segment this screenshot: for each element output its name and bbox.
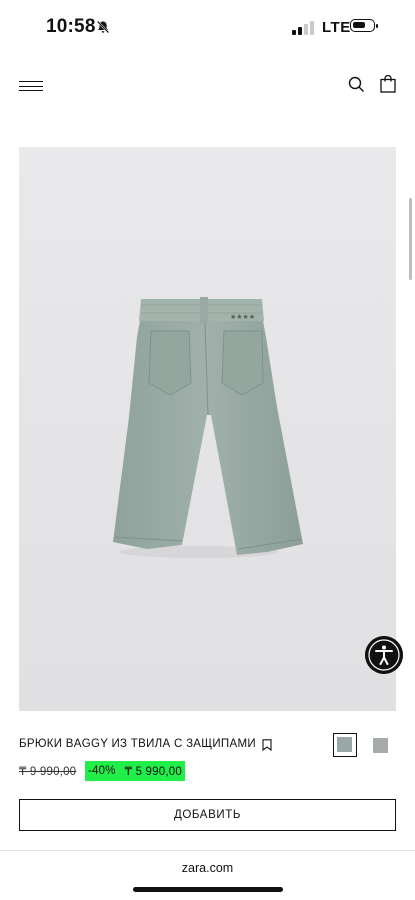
- url-label[interactable]: zara.com: [0, 861, 415, 875]
- scroll-indicator[interactable]: [409, 198, 412, 280]
- status-time: 10:58: [46, 16, 96, 37]
- svg-text:★★★★: ★★★★: [230, 313, 255, 321]
- search-icon[interactable]: [348, 76, 365, 93]
- product-image[interactable]: ★★★★: [19, 147, 396, 711]
- sale-price: ₸ 5 990,00: [124, 766, 182, 778]
- battery-icon: [350, 19, 378, 32]
- color-swatch-fill: [337, 737, 352, 752]
- color-swatch[interactable]: [373, 738, 388, 753]
- color-swatch-selected[interactable]: [333, 733, 357, 757]
- shopping-bag-icon[interactable]: [380, 75, 396, 93]
- pants-illustration: ★★★★: [19, 147, 396, 711]
- network-type: LTE: [322, 19, 351, 36]
- product-title: БРЮКИ BAGGY ИЗ ТВИЛА С ЗАЩИПАМИ: [19, 738, 256, 750]
- discount-percent: -40%: [88, 765, 116, 777]
- app-header: [0, 66, 415, 106]
- add-to-cart-button[interactable]: ДОБАВИТЬ: [19, 799, 396, 831]
- divider: [0, 850, 415, 851]
- accessibility-icon[interactable]: [365, 636, 403, 674]
- old-price: ₸ 9 990,00: [19, 766, 77, 778]
- cellular-signal-icon: [292, 21, 314, 35]
- home-indicator[interactable]: [133, 887, 283, 892]
- bell-off-icon: [96, 20, 110, 34]
- discount-badge: -40% ₸ 5 990,00: [85, 761, 185, 781]
- bookmark-icon[interactable]: [262, 739, 272, 751]
- hamburger-menu-icon[interactable]: [19, 79, 43, 93]
- status-bar: 10:58 LTE: [0, 0, 415, 56]
